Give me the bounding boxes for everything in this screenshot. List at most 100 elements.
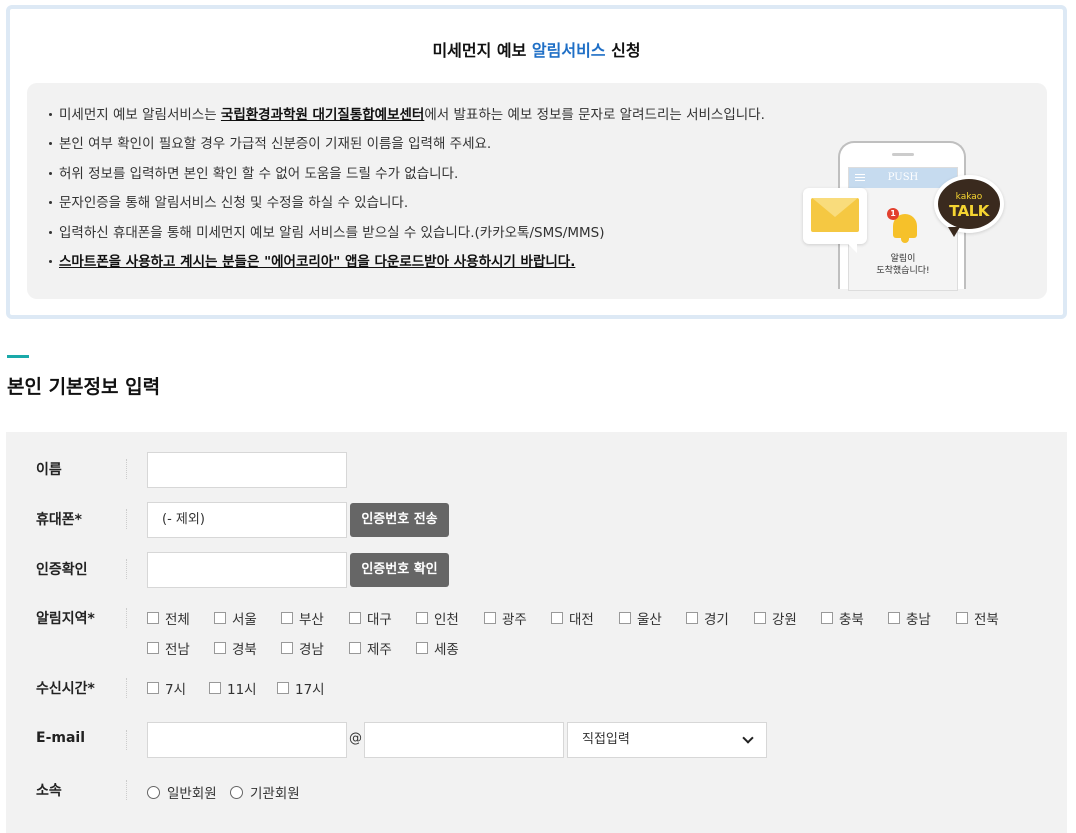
form-area: 이름 휴대폰* (- 제외) 인증번호 전송 인증확인 인증번호 확인 알림지역… — [6, 432, 1067, 833]
notice-item: 본인 여부 확인이 필요할 경우 가급적 신분증이 기재된 이름을 입력해 주세… — [47, 134, 765, 163]
checkbox-box[interactable] — [686, 612, 698, 624]
region-checkbox[interactable]: 강원 — [754, 608, 797, 628]
separator — [126, 780, 127, 800]
checkbox-box[interactable] — [888, 612, 900, 624]
region-option-label: 충남 — [906, 612, 931, 628]
checkbox-box[interactable] — [214, 642, 226, 654]
region-option-label: 경기 — [704, 612, 729, 628]
send-code-button[interactable]: 인증번호 전송 — [350, 503, 449, 537]
alarm-text: 알림이 도착했습니다! — [849, 253, 957, 277]
checkbox-box[interactable] — [551, 612, 563, 624]
region-checkbox[interactable]: 전남 — [147, 638, 190, 658]
section-mark — [7, 355, 29, 358]
notice-app-text: 스마트폰을 사용하고 계시는 분들은 "에어코리아" 앱을 다운로드받아 사용하… — [59, 253, 576, 270]
checkbox-box[interactable] — [281, 612, 293, 624]
region-checkbox[interactable]: 충북 — [821, 608, 864, 628]
checkbox-box[interactable] — [416, 642, 428, 654]
envelope-body — [811, 198, 859, 232]
phone-label: 휴대폰* — [36, 512, 82, 528]
kakaotalk-icon: kakao TALK — [934, 175, 1004, 237]
region-checkbox[interactable]: 대전 — [551, 608, 594, 628]
kakao-small-text: kakao — [955, 192, 983, 202]
menu-icon — [855, 174, 865, 181]
time-checkbox[interactable]: 11시 — [209, 678, 257, 698]
time-checkbox[interactable]: 7시 — [147, 678, 186, 698]
checkbox-box[interactable] — [349, 642, 361, 654]
region-label: 알림지역* — [36, 611, 95, 627]
checkbox-box[interactable] — [209, 682, 221, 694]
email-local-input[interactable] — [147, 722, 347, 758]
region-option-label: 강원 — [772, 612, 797, 628]
checkbox-box[interactable] — [147, 642, 159, 654]
checkbox-box[interactable] — [147, 682, 159, 694]
affiliation-radio[interactable]: 일반회원 — [147, 782, 217, 802]
checkbox-box[interactable] — [956, 612, 968, 624]
checkbox-box[interactable] — [619, 612, 631, 624]
alarm-line2: 도착했습니다! — [876, 266, 930, 276]
email-domain-input[interactable] — [364, 722, 564, 758]
region-option-label: 세종 — [434, 642, 459, 658]
email-label: E-mail — [36, 730, 86, 746]
radio-circle[interactable] — [147, 785, 160, 799]
verify-label: 인증확인 — [36, 562, 88, 578]
checkbox-box[interactable] — [484, 612, 496, 624]
checkbox-box[interactable] — [214, 612, 226, 624]
alarm-line1: 알림이 — [890, 254, 916, 264]
notice-text: 허위 정보를 입력하면 본인 확인 할 수 없어 도움을 드릴 수가 없습니다. — [59, 165, 459, 182]
region-checkbox[interactable]: 세종 — [416, 638, 459, 658]
notice-item: 허위 정보를 입력하면 본인 확인 할 수 없어 도움을 드릴 수가 없습니다. — [47, 164, 765, 193]
checkbox-box[interactable] — [821, 612, 833, 624]
region-checkbox[interactable]: 충남 — [888, 608, 931, 628]
checkbox-box[interactable] — [416, 612, 428, 624]
phone-speaker — [892, 153, 914, 156]
push-label: PUSH — [887, 172, 919, 183]
region-option-label: 경북 — [232, 642, 257, 658]
notice-text: 에서 발표하는 예보 정보를 문자로 알려드리는 서비스입니다. — [424, 107, 765, 123]
verify-input[interactable] — [147, 552, 347, 588]
region-checkbox[interactable]: 울산 — [619, 608, 662, 628]
region-checkbox[interactable]: 부산 — [281, 608, 324, 628]
notice-item-app: 스마트폰을 사용하고 계시는 분들은 "에어코리아" 앱을 다운로드받아 사용하… — [47, 252, 765, 281]
region-checkbox[interactable]: 전체 — [147, 608, 190, 628]
checkbox-box[interactable] — [349, 612, 361, 624]
checkbox-box[interactable] — [277, 682, 289, 694]
time-checkbox[interactable]: 17시 — [277, 678, 325, 698]
region-checkbox[interactable]: 대구 — [349, 608, 392, 628]
region-checkbox[interactable]: 제주 — [349, 638, 392, 658]
region-checkbox[interactable]: 전북 — [956, 608, 999, 628]
checkbox-box[interactable] — [754, 612, 766, 624]
checkbox-box[interactable] — [281, 642, 293, 654]
region-checkbox[interactable]: 경남 — [281, 638, 324, 658]
checkbox-box[interactable] — [147, 612, 159, 624]
email-domain-select[interactable]: 직접입력 — [567, 722, 767, 758]
separator — [126, 730, 127, 750]
affiliation-label: 소속 — [36, 783, 62, 799]
affiliation-radio[interactable]: 기관회원 — [230, 782, 300, 802]
section-title: 본인 기본정보 입력 — [7, 376, 161, 398]
select-value: 직접입력 — [582, 732, 630, 747]
region-checkbox[interactable]: 서울 — [214, 608, 257, 628]
notice-item: 문자인증을 통해 알림서비스 신청 및 수정을 하실 수 있습니다. — [47, 193, 765, 222]
notice-title: 미세먼지 예보 알림서비스 신청 — [10, 37, 1063, 61]
affiliation-option-label: 기관회원 — [250, 786, 300, 802]
separator — [126, 678, 127, 698]
notice-text: 문자인증을 통해 알림서비스 신청 및 수정을 하실 수 있습니다. — [59, 195, 409, 212]
affiliation-option-label: 일반회원 — [167, 786, 217, 802]
region-option-label: 제주 — [367, 642, 392, 658]
region-option-label: 부산 — [299, 612, 324, 628]
separator — [126, 559, 127, 579]
region-checkbox[interactable]: 광주 — [484, 608, 527, 628]
region-option-label: 전북 — [974, 612, 999, 628]
phone-input[interactable]: (- 제외) — [147, 502, 347, 538]
region-checkbox[interactable]: 인천 — [416, 608, 459, 628]
verify-code-button[interactable]: 인증번호 확인 — [350, 553, 449, 587]
time-option-label: 17시 — [295, 682, 325, 698]
name-input[interactable] — [147, 452, 347, 488]
radio-circle[interactable] — [230, 785, 243, 799]
region-checkbox[interactable]: 경기 — [686, 608, 729, 628]
region-option-label: 대전 — [569, 612, 594, 628]
separator — [126, 509, 127, 529]
notice-list: 미세먼지 예보 알림서비스는 국립환경과학원 대기질통합예보센터에서 발표하는 … — [47, 105, 765, 281]
chevron-down-icon — [742, 732, 754, 744]
region-checkbox[interactable]: 경북 — [214, 638, 257, 658]
